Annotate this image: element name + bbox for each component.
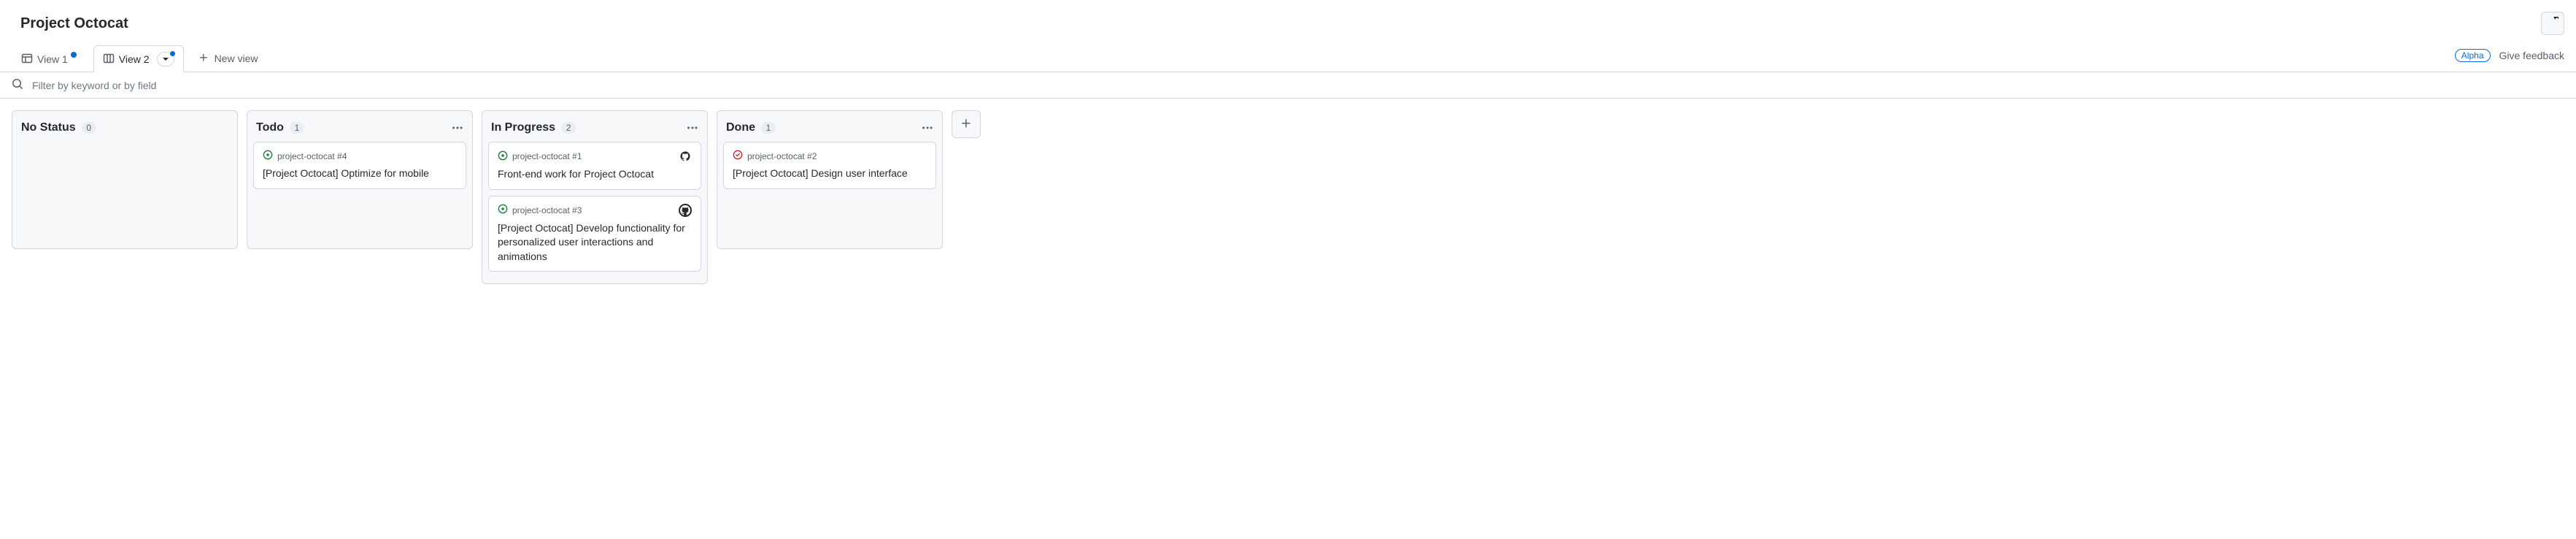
page-title: Project Octocat bbox=[12, 15, 128, 32]
unsaved-dot-icon bbox=[170, 51, 175, 56]
unsaved-dot-icon bbox=[71, 52, 77, 58]
count-badge: 2 bbox=[561, 122, 576, 134]
column-todo[interactable]: Todo 1 project-octocat #4 [Project Octoc… bbox=[247, 110, 473, 249]
card-item[interactable]: project-octocat #3 [Project Octocat] Dev… bbox=[488, 196, 701, 272]
new-view-label: New view bbox=[215, 53, 258, 64]
column-title: Done bbox=[726, 121, 755, 134]
tab-label: View 2 bbox=[119, 53, 150, 65]
card-ref: project-octocat #4 bbox=[277, 151, 347, 161]
column-title: In Progress bbox=[491, 121, 555, 134]
count-badge: 1 bbox=[761, 122, 776, 134]
plus-icon bbox=[960, 118, 972, 131]
count-badge: 0 bbox=[82, 122, 96, 134]
table-icon bbox=[21, 53, 33, 66]
tab-options-button[interactable] bbox=[157, 52, 174, 66]
card-ref: project-octocat #3 bbox=[512, 205, 582, 215]
column-in-progress[interactable]: In Progress 2 project-octocat #1 Front-e bbox=[482, 110, 708, 284]
column-title: Todo bbox=[256, 121, 284, 134]
tab-view-1[interactable]: View 1 bbox=[12, 46, 88, 72]
column-menu-button[interactable] bbox=[922, 122, 933, 134]
card-ref: project-octocat #1 bbox=[512, 151, 582, 161]
card-title: [Project Octocat] Develop functionality … bbox=[498, 221, 692, 264]
open-issue-icon bbox=[498, 150, 508, 163]
open-issue-icon bbox=[263, 150, 273, 162]
count-badge: 1 bbox=[290, 122, 304, 134]
card-ref: project-octocat #2 bbox=[747, 151, 817, 161]
search-icon bbox=[12, 78, 23, 92]
column-no-status[interactable]: No Status 0 bbox=[12, 110, 238, 249]
column-menu-button[interactable] bbox=[687, 122, 698, 134]
column-menu-button[interactable] bbox=[452, 122, 463, 134]
assignee-avatar[interactable] bbox=[679, 150, 692, 163]
give-feedback-link[interactable]: Give feedback bbox=[2499, 50, 2565, 61]
card-title: [Project Octocat] Optimize for mobile bbox=[263, 167, 457, 181]
alpha-badge: Alpha bbox=[2455, 49, 2491, 62]
new-view-button[interactable]: New view bbox=[190, 47, 267, 71]
card-item[interactable]: project-octocat #1 Front-end work for Pr… bbox=[488, 142, 701, 190]
card-item[interactable]: project-octocat #4 [Project Octocat] Opt… bbox=[253, 142, 466, 189]
column-done[interactable]: Done 1 project-octocat #2 [Project Octoc… bbox=[717, 110, 943, 249]
board-icon bbox=[103, 53, 115, 66]
gear-icon bbox=[2547, 17, 2558, 31]
add-column-button[interactable] bbox=[952, 110, 981, 138]
filter-input[interactable] bbox=[32, 80, 2564, 91]
settings-button[interactable] bbox=[2541, 12, 2564, 35]
tab-view-2[interactable]: View 2 bbox=[93, 45, 184, 72]
board: No Status 0 Todo 1 project-octocat #4 bbox=[0, 99, 2576, 296]
tab-label: View 1 bbox=[37, 53, 68, 65]
plus-icon bbox=[198, 53, 209, 65]
column-title: No Status bbox=[21, 121, 76, 134]
assignee-avatar[interactable] bbox=[679, 204, 692, 217]
open-issue-icon bbox=[498, 204, 508, 216]
closed-issue-icon bbox=[733, 150, 743, 162]
card-title: Front-end work for Project Octocat bbox=[498, 167, 692, 182]
card-item[interactable]: project-octocat #2 [Project Octocat] Des… bbox=[723, 142, 936, 189]
card-title: [Project Octocat] Design user interface bbox=[733, 167, 927, 181]
